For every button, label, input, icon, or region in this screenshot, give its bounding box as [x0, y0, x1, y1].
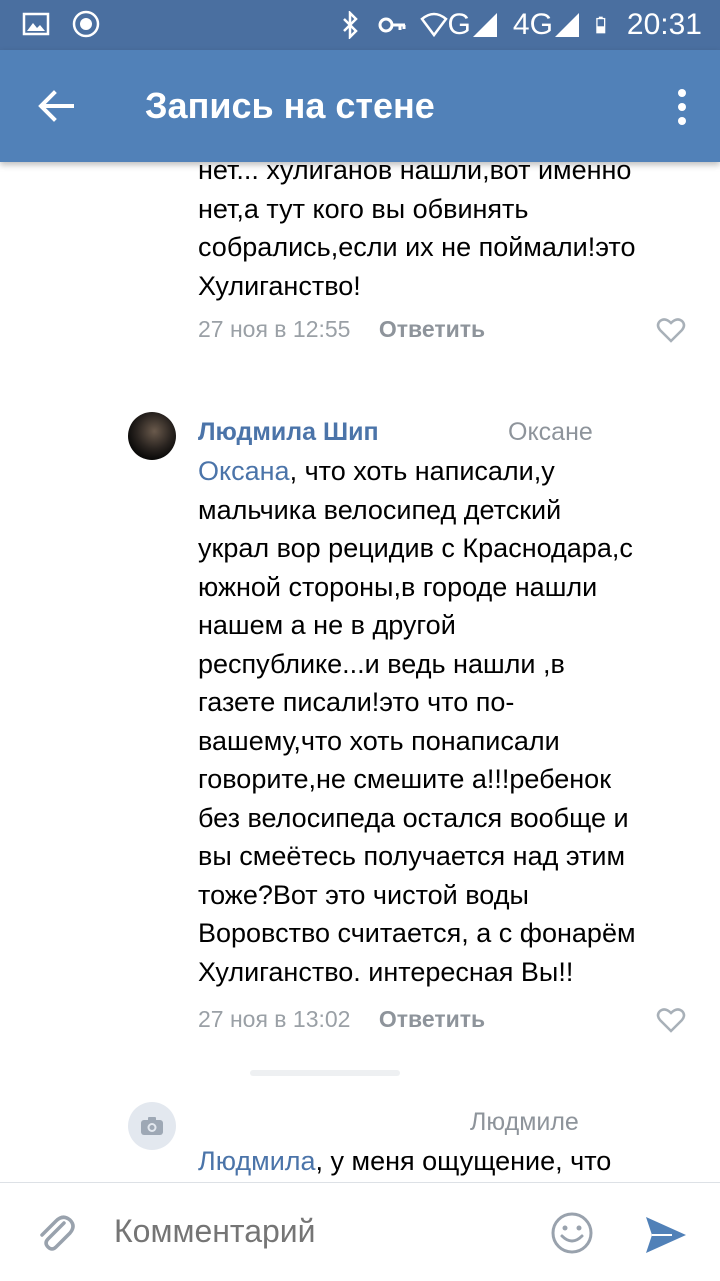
more-vertical-icon[interactable]	[670, 84, 694, 130]
antivirus-icon	[72, 10, 100, 38]
comment-text-line: вы смеётесь получается над этим	[198, 841, 626, 871]
comment-text-line: тоже?Вот это чистой воды	[198, 879, 529, 910]
avatar[interactable]	[128, 1102, 176, 1150]
comment-text-line: говорите,не смешите а!!!ребенок	[198, 764, 612, 794]
comment-text: Людмила, у меня ощущение, что	[198, 1142, 698, 1181]
reply-to-label[interactable]: Людмиле	[470, 1108, 579, 1137]
comment-meta: 27 ноя в 13:02 Ответить	[198, 1006, 485, 1033]
comment-text-line: украл вор рецидив с Краснодара,с	[198, 533, 633, 563]
page-title: Запись на стене	[145, 85, 435, 126]
key-icon	[378, 17, 406, 33]
paperclip-icon[interactable]	[34, 1211, 78, 1255]
comment-text-line: газете писали!это что по-	[198, 687, 515, 717]
heart-icon[interactable]	[656, 1006, 686, 1034]
comment-text-line: собрались,если их не поймали!это	[198, 232, 636, 262]
app-toolbar: Запись на стене	[0, 50, 720, 162]
wifi-icon	[419, 12, 448, 38]
comment-text-line: нет... хулиганов нашли,вот именно	[198, 162, 632, 185]
status-bar: G 4G 20:31	[0, 0, 720, 50]
signal-icon	[472, 13, 497, 37]
send-icon[interactable]	[644, 1213, 688, 1257]
reply-button[interactable]: Ответить	[379, 316, 485, 342]
comment-date: 27 ноя в 12:55	[198, 316, 351, 342]
network-type: G	[447, 8, 471, 41]
comment-date: 27 ноя в 13:02	[198, 1006, 351, 1032]
reply-to-label[interactable]: Оксане	[508, 418, 593, 447]
comment-composer	[0, 1182, 720, 1281]
mention-link[interactable]: Оксана	[198, 456, 290, 486]
comment-text: Оксана, что хоть написали,у мальчика вел…	[198, 452, 698, 991]
camera-icon	[141, 1117, 163, 1135]
bluetooth-icon	[342, 11, 358, 39]
comment-text-line: нет,а тут кого вы обвинять	[198, 193, 529, 224]
mention-link[interactable]: Людмила	[198, 1146, 316, 1176]
comment-text-line: Оксана, что хоть написали,у	[198, 452, 698, 491]
gallery-icon	[22, 12, 50, 36]
comment-text-line: Хулиганство!	[198, 270, 361, 301]
comment-text-line: Воровство считается, а с фонарём	[198, 918, 636, 948]
network-type-4g: 4G	[512, 8, 553, 41]
signal-icon	[554, 13, 579, 37]
comment-input[interactable]	[114, 1205, 534, 1257]
comment-text-line: без велосипеда остался вообще и	[198, 802, 629, 833]
comment-text-line: нашем а не в другой	[198, 610, 456, 640]
comment-meta: 27 ноя в 12:55 Ответить	[198, 316, 485, 343]
comment-text-line: Людмила, у меня ощущение, что	[198, 1142, 698, 1181]
avatar[interactable]	[128, 412, 176, 460]
smile-icon[interactable]	[550, 1211, 594, 1255]
clock: 20:31	[626, 8, 702, 41]
comment-author[interactable]: Людмила Шип	[198, 418, 380, 447]
arrow-left-icon[interactable]	[34, 84, 78, 128]
comment-text-line: вашему,что хоть понаписали	[198, 725, 560, 756]
battery-icon	[596, 16, 606, 34]
comments-feed[interactable]: нет... хулиганов нашли,вот именно нет,а …	[0, 162, 720, 1182]
heart-icon[interactable]	[656, 316, 686, 344]
comment-text-fragment: , у меня ощущение, что	[315, 1146, 612, 1176]
comment-text-fragment: , что хоть написали,у	[289, 456, 555, 486]
comment-text-line: республике...и ведь нашли ,в	[198, 648, 565, 679]
comment-text: нет... хулиганов нашли,вот именно нет,а …	[198, 162, 698, 305]
comment-text-line: Хулиганство. интересная Вы!!	[198, 956, 574, 987]
reply-button[interactable]: Ответить	[379, 1006, 485, 1032]
redacted-area	[250, 1070, 400, 1076]
comment-text-line: южной стороны,в городе нашли	[198, 571, 598, 602]
comment-text-line: мальчика велосипед детский	[198, 494, 562, 525]
